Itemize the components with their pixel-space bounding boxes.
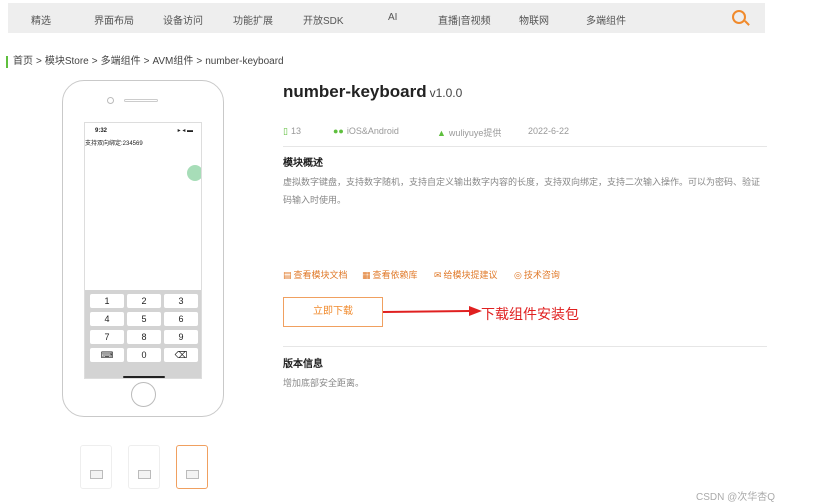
divider xyxy=(283,346,767,347)
nav-item-ui-layout[interactable]: 界面布局 xyxy=(94,12,134,27)
overview-title: 模块概述 xyxy=(283,158,323,169)
breadcrumb: 首页 > 模块Store > 多端组件 > AVM组件 > number-keyboard xyxy=(6,56,287,68)
key-7: 7 xyxy=(90,330,124,344)
support-icon: ◎ xyxy=(514,270,522,280)
status-time: 9:32 xyxy=(95,128,108,134)
nav-item-live-av[interactable]: 直播|音视频 xyxy=(438,12,491,27)
keyboard-thumbnail-icon xyxy=(90,470,103,479)
status-icons: ▸ ◂ ▬ xyxy=(177,128,193,134)
breadcrumb-module-store[interactable]: 模块Store xyxy=(45,56,89,67)
key-5: 5 xyxy=(127,312,161,326)
annotation-label: 下载组件安装包 xyxy=(481,306,579,322)
module-name: number-keyboard xyxy=(283,82,427,101)
key-4: 4 xyxy=(90,312,124,326)
tech-support-link[interactable]: ◎ 技术咨询 xyxy=(514,268,560,281)
bind-value-text: 支持双向绑定:234569 xyxy=(85,141,143,147)
nav-item-ai[interactable]: AI xyxy=(388,12,397,23)
key-2: 2 xyxy=(127,294,161,308)
download-count: ▯ 13 xyxy=(283,126,301,136)
keyboard-thumbnail-icon xyxy=(186,470,199,479)
home-indicator xyxy=(123,376,165,378)
keyboard-hide-icon: ⌨ xyxy=(90,348,124,362)
key-9: 9 xyxy=(164,330,198,344)
breadcrumb-home[interactable]: 首页 xyxy=(13,56,33,67)
key-6: 6 xyxy=(164,312,198,326)
document-icon: ▤ xyxy=(283,270,292,280)
nav-item-multi-components[interactable]: 多端组件 xyxy=(586,12,626,27)
divider xyxy=(283,146,767,147)
phone-camera xyxy=(107,97,114,104)
nav-item-open-sdk[interactable]: 开放SDK xyxy=(303,12,344,27)
phone-icon: ▯ xyxy=(283,126,288,136)
module-description: 虚拟数字键盘，支持数字随机，支持自定义输出数字内容的长度，支持双向绑定，支持二次… xyxy=(283,177,761,205)
phone-speaker xyxy=(124,99,158,102)
annotation-arrow xyxy=(383,306,482,316)
key-1: 1 xyxy=(90,294,124,308)
breadcrumb-separator: > xyxy=(91,56,98,67)
breadcrumb-multi-components[interactable]: 多端组件 xyxy=(101,56,141,67)
platform-info: ●● iOS&Android xyxy=(333,126,399,136)
thumbnail-3-selected[interactable] xyxy=(176,445,208,489)
module-version: v1.0.0 xyxy=(429,86,463,100)
nav-item-device-access[interactable]: 设备访问 xyxy=(163,12,203,27)
apple-android-icon: ●● xyxy=(333,126,344,136)
nav-item-featured[interactable]: 精选 xyxy=(31,12,51,27)
nav-item-iot[interactable]: 物联网 xyxy=(519,12,549,27)
nav-item-extensions[interactable]: 功能扩展 xyxy=(233,12,273,27)
search-icon[interactable] xyxy=(732,10,746,24)
phone-home-button xyxy=(131,382,156,407)
floating-dot xyxy=(187,165,201,181)
breadcrumb-avm[interactable]: AVM组件 xyxy=(152,56,193,67)
backspace-icon: ⌫ xyxy=(164,348,198,362)
feedback-icon: ✉ xyxy=(434,270,442,280)
breadcrumb-separator: > xyxy=(196,56,203,67)
publish-date: 2022-6-22 xyxy=(528,126,570,136)
suggest-link[interactable]: ✉ 给模块提建议 xyxy=(434,268,498,281)
key-8: 8 xyxy=(127,330,161,344)
module-title: number-keyboard v1.0.0 xyxy=(283,82,462,102)
download-button[interactable]: 立即下载 xyxy=(283,297,383,327)
key-0: 0 xyxy=(127,348,161,362)
view-dependencies-link[interactable]: ▦ 查看依赖库 xyxy=(362,268,418,281)
thumbnail-2[interactable] xyxy=(128,445,160,489)
version-info-title: 版本信息 xyxy=(283,359,323,370)
top-nav: 精选 界面布局 设备访问 功能扩展 开放SDK AI 直播|音视频 物联网 多端… xyxy=(8,3,765,33)
version-note: 增加底部安全距离。 xyxy=(283,378,365,388)
breadcrumb-current: number-keyboard xyxy=(205,56,284,67)
author-info: ▲ wuliyuye提供 xyxy=(437,128,502,138)
breadcrumb-separator: > xyxy=(143,56,150,67)
view-docs-link[interactable]: ▤ 查看模块文档 xyxy=(283,268,348,281)
phone-screen-preview: 9:32 ▸ ◂ ▬ 支持双向绑定:234569 1 2 3 4 5 6 7 8… xyxy=(84,122,202,379)
breadcrumb-separator: > xyxy=(36,56,42,67)
thumbnail-1[interactable] xyxy=(80,445,112,489)
key-3: 3 xyxy=(164,294,198,308)
library-icon: ▦ xyxy=(362,270,371,280)
user-icon: ▲ xyxy=(437,128,446,138)
number-keypad: 1 2 3 4 5 6 7 8 9 ⌨ 0 ⌫ xyxy=(85,290,201,378)
keyboard-thumbnail-icon xyxy=(138,470,151,479)
